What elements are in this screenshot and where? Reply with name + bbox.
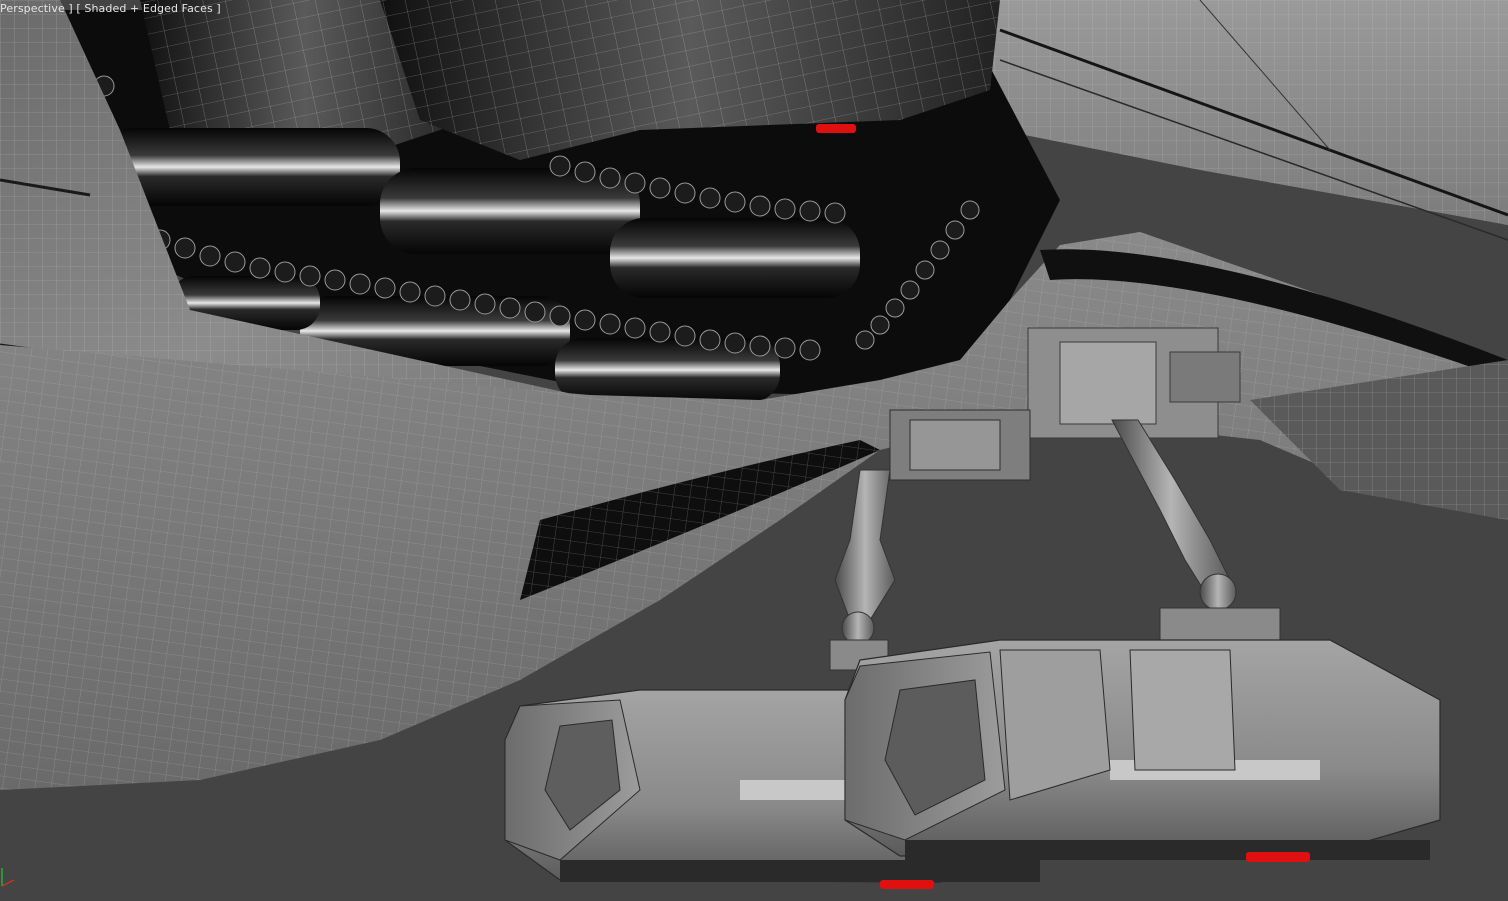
axis-tripod-icon (1, 868, 15, 887)
red-marker-top (816, 124, 856, 133)
scene-render[interactable] (0, 0, 1508, 901)
gear-mount-left (889, 409, 1031, 481)
red-marker-right-pod (1246, 852, 1310, 862)
red-marker-left-pod (880, 880, 934, 889)
landing-pod-right (844, 639, 1441, 862)
viewport-label[interactable]: Perspective ] [ Shaded + Edged Faces ] (0, 2, 221, 15)
perspective-viewport[interactable]: Perspective ] [ Shaded + Edged Faces ] (0, 0, 1508, 901)
